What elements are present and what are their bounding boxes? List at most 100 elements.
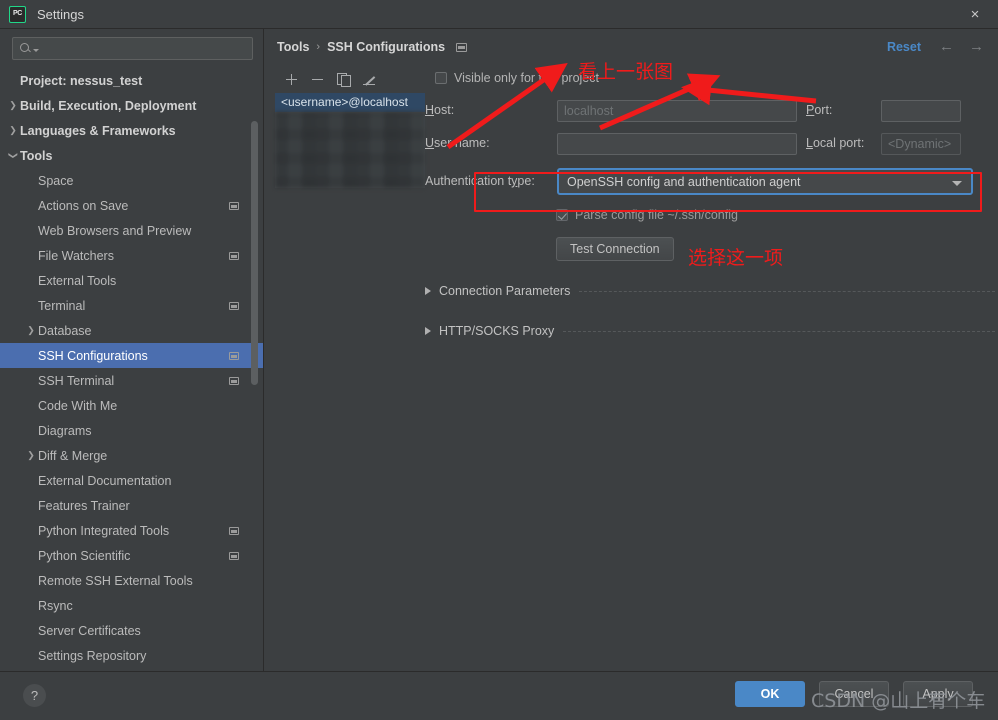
copy-icon[interactable]	[336, 72, 351, 87]
host-row: Host: Port:	[425, 100, 995, 122]
sidebar-item-label: Web Browsers and Preview	[38, 223, 192, 238]
chevron-right-icon[interactable]: ❯	[6, 126, 20, 135]
port-label: Port:	[806, 103, 833, 117]
search-icon	[19, 42, 32, 55]
sidebar-item-ssh-configurations[interactable]: SSH Configurations	[0, 343, 263, 368]
local-port-label: Local port:	[806, 136, 865, 150]
window-badge-icon	[229, 252, 239, 260]
window-title: Settings	[37, 6, 84, 22]
visible-only-row[interactable]: Visible only for this project	[425, 67, 995, 89]
add-icon[interactable]	[284, 72, 299, 87]
section-connection-parameters[interactable]: Connection Parameters	[425, 283, 995, 299]
window-badge-icon	[229, 302, 239, 310]
chevron-right-icon[interactable]: ❯	[6, 101, 20, 110]
reset-link[interactable]: Reset	[887, 40, 921, 54]
sidebar-item-build-execution-deployment[interactable]: ❯ Build, Execution, Deployment	[0, 93, 263, 118]
sidebar-item-label: Space	[38, 173, 74, 188]
sidebar-item-settings-repository[interactable]: Settings Repository	[0, 643, 263, 668]
search-box[interactable]	[12, 37, 253, 60]
annotation-note-top: 看上一张图	[578, 61, 674, 83]
settings-sidebar: Project: nessus_test ❯ Build, Execution, D…	[0, 29, 264, 671]
sidebar-item-label: Languages & Frameworks	[20, 123, 176, 138]
sidebar-item-web-browsers-and-preview[interactable]: Web Browsers and Preview	[0, 218, 263, 243]
breadcrumb-current: SSH Configurations	[327, 40, 446, 54]
list-item[interactable]: <username>@localhost	[275, 93, 425, 112]
sidebar-item-rsync[interactable]: Rsync	[0, 593, 263, 618]
sidebar-item-diagrams[interactable]: Diagrams	[0, 418, 263, 443]
sidebar-item-label: Terminal	[38, 298, 86, 313]
section-connection-label: Connection Parameters	[439, 284, 571, 298]
search-input[interactable]	[39, 41, 246, 56]
chevron-right-icon	[425, 327, 431, 335]
chevron-right-icon[interactable]: ❯	[24, 326, 38, 335]
sidebar-scrollbar[interactable]	[251, 121, 258, 385]
sidebar-item-label: Python Integrated Tools	[38, 523, 170, 538]
ok-button[interactable]: OK	[735, 681, 805, 707]
sidebar-item-label: Features Trainer	[38, 498, 130, 513]
sidebar-item-ssh-terminal[interactable]: SSH Terminal	[0, 368, 263, 393]
sidebar-item-label: Settings Repository	[38, 648, 147, 663]
window-badge-icon	[229, 377, 239, 385]
sidebar-item-database[interactable]: ❯ Database	[0, 318, 263, 343]
sidebar-item-label: Remote SSH External Tools	[38, 573, 193, 588]
sidebar-item-label: Python Scientific	[38, 548, 131, 563]
visible-only-checkbox[interactable]	[435, 72, 447, 84]
section-http-socks-proxy[interactable]: HTTP/SOCKS Proxy	[425, 323, 995, 339]
close-icon[interactable]: ×	[952, 0, 998, 29]
chevron-right-icon	[425, 287, 431, 295]
chevron-down-icon[interactable]: ❯	[9, 149, 19, 163]
annotation-highlight-rect	[474, 172, 982, 212]
sidebar-item-diff-merge[interactable]: ❯ Diff & Merge	[0, 443, 263, 468]
main-panel: Tools › SSH Configurations Reset ← → <us…	[265, 29, 998, 687]
sidebar-item-external-documentation[interactable]: External Documentation	[0, 468, 263, 493]
window-badge-icon	[229, 552, 239, 560]
sidebar-item-label: Database	[38, 323, 92, 338]
forward-arrow-icon[interactable]: →	[969, 39, 984, 54]
window-badge-icon	[229, 352, 239, 360]
sidebar-item-label: Rsync	[38, 598, 73, 613]
sidebar-item-features-trainer[interactable]: Features Trainer	[0, 493, 263, 518]
sidebar-item-label: Build, Execution, Deployment	[20, 98, 197, 113]
sidebar-item-server-certificates[interactable]: Server Certificates	[0, 618, 263, 643]
test-connection-button[interactable]: Test Connection	[556, 237, 674, 261]
help-button[interactable]: ?	[23, 684, 46, 707]
sidebar-item-label: Code With Me	[38, 398, 118, 413]
host-input[interactable]	[557, 100, 797, 122]
sidebar-item-space[interactable]: Space	[0, 168, 263, 193]
remove-icon[interactable]	[310, 72, 325, 87]
sidebar-item-label: Diff & Merge	[38, 448, 108, 463]
sidebar-item-tools[interactable]: ❯ Tools	[0, 143, 263, 168]
sidebar-item-label: Actions on Save	[38, 198, 129, 213]
sidebar-item-code-with-me[interactable]: Code With Me	[0, 393, 263, 418]
sidebar-item-project-nessus-test[interactable]: Project: nessus_test	[0, 68, 263, 93]
sidebar-item-label: External Tools	[38, 273, 117, 288]
ssh-config-list-panel: <username>@localhost	[275, 67, 425, 687]
sidebar-item-label: External Documentation	[38, 473, 172, 488]
sidebar-item-file-watchers[interactable]: File Watchers	[0, 243, 263, 268]
sidebar-item-label: SSH Terminal	[38, 373, 115, 388]
breadcrumb-root[interactable]: Tools	[277, 40, 309, 54]
sidebar-item-label: Tools	[20, 148, 53, 163]
chevron-right-icon[interactable]: ❯	[24, 451, 38, 460]
sidebar-item-remote-ssh-external-tools[interactable]: Remote SSH External Tools	[0, 568, 263, 593]
pycharm-logo-icon: PC	[9, 5, 26, 23]
sidebar-item-python-scientific[interactable]: Python Scientific	[0, 543, 263, 568]
username-row: User name: Local port:	[425, 133, 995, 155]
ssh-config-list[interactable]: <username>@localhost	[275, 93, 425, 188]
sidebar-item-external-tools[interactable]: External Tools	[0, 268, 263, 293]
sidebar-item-actions-on-save[interactable]: Actions on Save	[0, 193, 263, 218]
divider	[579, 290, 995, 292]
list-toolbar	[275, 67, 425, 91]
search-container	[0, 29, 263, 64]
sidebar-item-terminal[interactable]: Terminal	[0, 293, 263, 318]
title-bar: PC Settings ×	[0, 0, 998, 29]
back-arrow-icon[interactable]: ←	[939, 39, 954, 54]
annotation-note-select: 选择这一项	[688, 247, 784, 269]
sidebar-item-languages-frameworks[interactable]: ❯ Languages & Frameworks	[0, 118, 263, 143]
port-input[interactable]	[881, 100, 961, 122]
username-input[interactable]	[557, 133, 797, 155]
sidebar-item-python-integrated-tools[interactable]: Python Integrated Tools	[0, 518, 263, 543]
breadcrumb-separator: ›	[316, 41, 321, 53]
local-port-input[interactable]	[881, 133, 961, 155]
edit-icon[interactable]	[362, 72, 377, 87]
